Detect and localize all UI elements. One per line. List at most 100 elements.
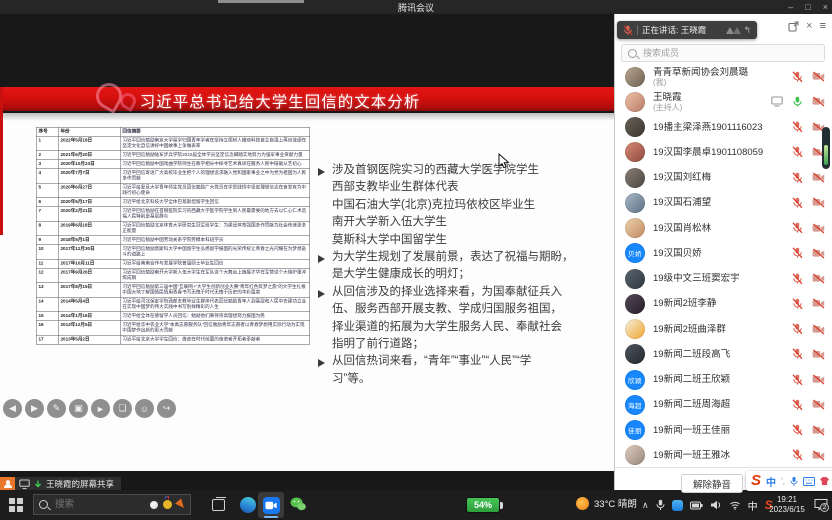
- popout-icon[interactable]: [788, 21, 799, 32]
- wechat-icon[interactable]: [290, 497, 306, 516]
- mic-muted-icon[interactable]: [792, 273, 803, 285]
- punctuation-label[interactable]: ʼ,: [781, 477, 785, 486]
- mic-muted-icon[interactable]: [792, 424, 803, 436]
- share-button[interactable]: ↪: [157, 399, 176, 418]
- ime-mode-label[interactable]: 中: [766, 474, 776, 489]
- member-row[interactable]: 19新闻2班曲泽群: [615, 317, 832, 342]
- meeting-app-taskbar-tile[interactable]: [258, 492, 284, 518]
- member-name: 19新闻二班王欣颖: [653, 374, 730, 385]
- network-icon[interactable]: [729, 500, 741, 510]
- taskbar-clock[interactable]: 19:21 2023/6/15: [764, 495, 810, 515]
- battery-icon[interactable]: [690, 501, 703, 510]
- meeting-app-mini-icon[interactable]: [0, 477, 15, 491]
- keyboard-icon[interactable]: [803, 477, 815, 486]
- mic-muted-icon[interactable]: [792, 172, 803, 184]
- mic-muted-icon[interactable]: [792, 197, 803, 209]
- camera-off-icon[interactable]: [812, 71, 825, 82]
- member-row[interactable]: 19新闻2班李静: [615, 291, 832, 316]
- mic-muted-icon[interactable]: [792, 449, 803, 461]
- member-row[interactable]: 19汉国刘红梅: [615, 165, 832, 190]
- edge-browser-icon[interactable]: [240, 497, 256, 513]
- mic-on-icon[interactable]: [792, 96, 803, 108]
- mic-muted-icon[interactable]: [792, 222, 803, 234]
- member-name: 19新闻一班王雅冰: [653, 450, 730, 461]
- letters-table-body: 12022年5月18日习近平回信勉励南京大学留学归国青年学者在坚持立德树人推动科…: [36, 136, 310, 344]
- windows-start-icon[interactable]: [9, 498, 23, 512]
- record-button[interactable]: ►: [91, 399, 110, 418]
- speaker-icon[interactable]: [710, 500, 722, 510]
- member-row[interactable]: 19新闻一班王雅冰: [615, 443, 832, 468]
- battery-percent: 54%: [466, 497, 500, 513]
- red-edge-strip: [0, 87, 3, 235]
- close-icon[interactable]: ×: [823, 0, 828, 14]
- camera-off-icon[interactable]: [812, 324, 825, 335]
- member-row[interactable]: 欣颖 19新闻二班王欣颖: [615, 367, 832, 392]
- member-sub: (主持人): [653, 103, 682, 112]
- member-row[interactable]: 19新闻二班段高飞: [615, 342, 832, 367]
- member-row[interactable]: 王晓霞 (主持人): [615, 89, 832, 114]
- avatar: [625, 445, 645, 465]
- table-row: 132017年8月15日习近平回信勉励第三届中国“互联网+”大学生创新创业大赛“…: [36, 283, 310, 298]
- notification-center-icon[interactable]: 2: [814, 498, 828, 516]
- annotate-pen-button[interactable]: ✎: [47, 399, 66, 418]
- tray-expand-icon[interactable]: ∧: [642, 500, 649, 511]
- camera-off-icon[interactable]: [812, 197, 825, 208]
- mic-muted-icon[interactable]: [792, 71, 803, 83]
- member-search-box[interactable]: [621, 44, 825, 62]
- panel-close-icon[interactable]: ×: [806, 20, 812, 32]
- camera-off-icon[interactable]: [812, 425, 825, 436]
- member-row[interactable]: 19汉国石浦望: [615, 190, 832, 215]
- member-row[interactable]: 青青草新闻协会刘晨璐 (我): [615, 64, 832, 89]
- ime-indicator[interactable]: 中: [748, 498, 758, 513]
- next-page-button[interactable]: ▶: [25, 399, 44, 418]
- minimize-icon[interactable]: –: [788, 0, 793, 14]
- member-row[interactable]: 19汉国李晨卓1901108059: [615, 140, 832, 165]
- camera-off-icon[interactable]: [812, 172, 825, 183]
- tray-app-icon[interactable]: [672, 500, 683, 511]
- speaking-toast: 正在讲话: 王晓霞 ↰: [617, 21, 757, 39]
- taskbar-search[interactable]: [33, 494, 191, 515]
- voice-input-icon[interactable]: [790, 476, 798, 487]
- mic-muted-icon[interactable]: [792, 121, 803, 133]
- task-view-icon[interactable]: [212, 499, 225, 511]
- microphone-icon[interactable]: [656, 499, 665, 511]
- skin-icon[interactable]: [820, 477, 829, 485]
- mic-muted-icon[interactable]: [792, 247, 803, 259]
- mic-muted-icon[interactable]: [792, 298, 803, 310]
- mic-muted-icon[interactable]: [792, 146, 803, 158]
- camera-off-icon[interactable]: [812, 349, 825, 360]
- taskbar-search-input[interactable]: [53, 498, 145, 511]
- camera-off-icon[interactable]: [812, 96, 825, 107]
- bullet-marker-icon: [318, 162, 332, 249]
- mic-muted-icon[interactable]: [792, 399, 803, 411]
- member-search-input[interactable]: [641, 47, 818, 59]
- member-row[interactable]: 19级中文三班窦宏宇: [615, 266, 832, 291]
- member-row[interactable]: 19汉国肖松林: [615, 216, 832, 241]
- camera-off-icon[interactable]: [812, 248, 825, 259]
- unmute-button[interactable]: 解除静音: [681, 474, 743, 493]
- mic-muted-icon[interactable]: [792, 323, 803, 335]
- member-row[interactable]: 佳丽 19新闻一班王佳丽: [615, 418, 832, 443]
- chat-button[interactable]: ❏: [113, 399, 132, 418]
- table-row: 172013年5月2日习近平给北京大学学生回信：做走在时代前面的奋进者开拓者奉献…: [36, 335, 310, 344]
- prev-page-button[interactable]: ◀: [3, 399, 22, 418]
- screenshot-button[interactable]: ▣: [69, 399, 88, 418]
- member-row[interactable]: 海超 19新闻二班周海超: [615, 392, 832, 417]
- sogou-logo[interactable]: S: [751, 472, 761, 490]
- member-row[interactable]: 贝娇 19汉国贝娇: [615, 241, 832, 266]
- reaction-button[interactable]: ☺: [135, 399, 154, 418]
- camera-off-icon[interactable]: [812, 223, 825, 234]
- mic-muted-icon[interactable]: [792, 374, 803, 386]
- maximize-icon[interactable]: □: [805, 0, 810, 14]
- camera-off-icon[interactable]: [812, 374, 825, 385]
- panel-menu-icon[interactable]: ≡: [820, 20, 826, 32]
- scrollbar-thumb[interactable]: [822, 127, 830, 169]
- camera-off-icon[interactable]: [812, 298, 825, 309]
- member-row[interactable]: 19播主梁泽燕1901116023: [615, 115, 832, 140]
- mic-muted-icon[interactable]: [792, 348, 803, 360]
- camera-off-icon[interactable]: [812, 399, 825, 410]
- battery-widget[interactable]: 54%: [466, 497, 503, 513]
- camera-off-icon[interactable]: [812, 450, 825, 461]
- weather-widget[interactable]: 33°C 晴朗: [576, 496, 637, 510]
- camera-off-icon[interactable]: [812, 273, 825, 284]
